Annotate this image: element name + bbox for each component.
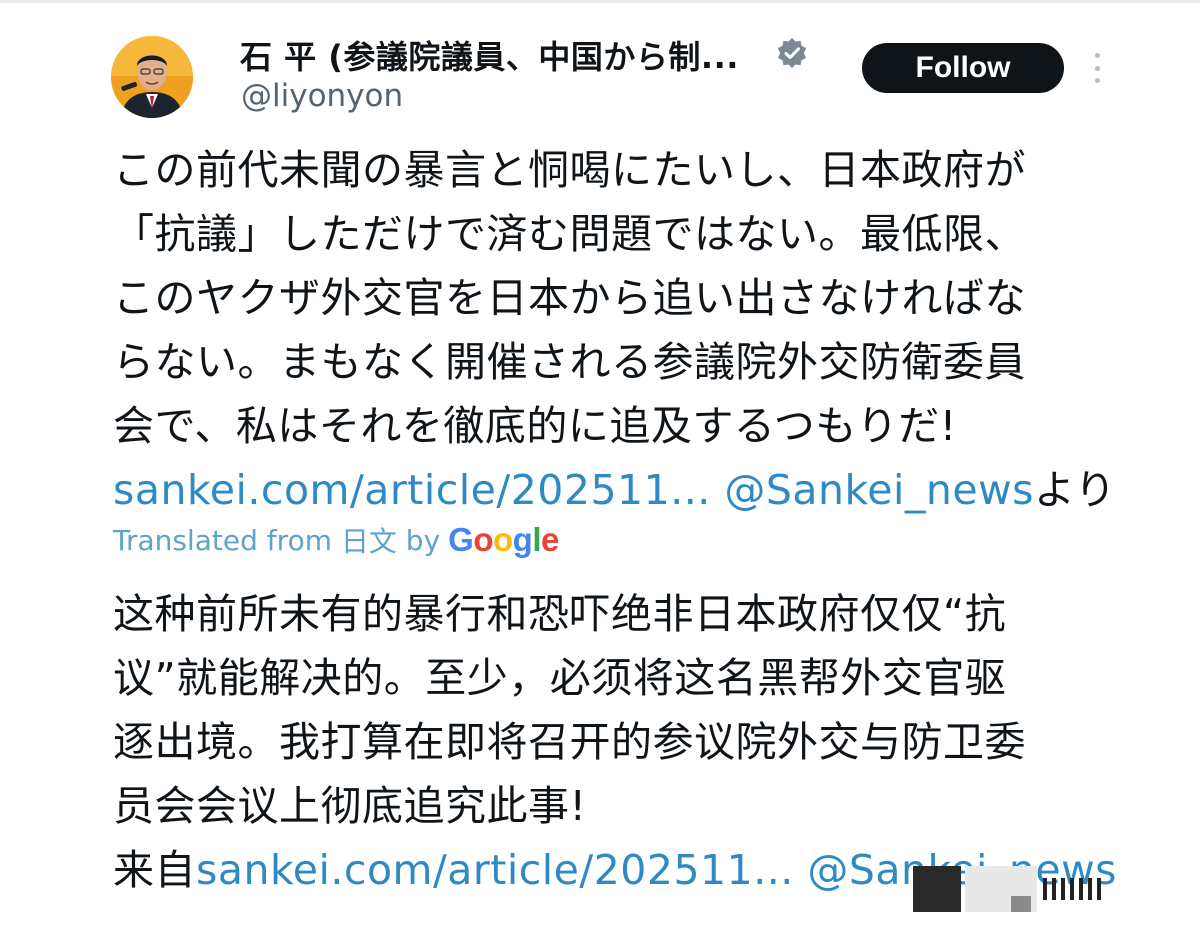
source-prefix: 来自 <box>113 846 196 894</box>
translated-line: 逐出境。我打算在即将召开的参议院外交与防卫委 <box>113 718 1026 766</box>
tweet-link-line: sankei.com/article/202511... @Sankei_new… <box>113 458 1117 522</box>
mention-link[interactable]: @Sankei_news <box>724 466 1034 514</box>
translation-attribution: Translated from 日文 by Google <box>113 520 559 560</box>
translated-line: 议”就能解决的。至少，必须将这名黑帮外交官驱 <box>113 654 1007 702</box>
more-options-icon[interactable] <box>1092 53 1102 83</box>
tweet-line: この前代未聞の暴言と恫喝にたいし、日本政府が <box>113 146 1026 194</box>
top-divider <box>0 0 1200 3</box>
article-link[interactable]: sankei.com/article/202511... <box>113 466 711 514</box>
translated-line: 员会会议上彻底追究此事! <box>113 782 587 830</box>
author-display-name[interactable]: 石 平 (参議院議員、中国から制... <box>240 32 739 78</box>
translated-article-link[interactable]: sankei.com/article/202511... <box>196 846 794 894</box>
tweet-line: このヤクザ外交官を日本から追い出さなければな <box>113 274 1026 322</box>
avatar[interactable] <box>111 36 193 118</box>
translated-from-label: Translated from <box>113 523 332 557</box>
follow-button[interactable]: Follow <box>862 43 1064 93</box>
author-handle[interactable]: @liyonyon <box>241 78 403 114</box>
google-logo: Google <box>448 521 559 558</box>
source-language: 日文 <box>340 525 397 558</box>
translated-by-label: by <box>405 523 441 557</box>
tweet-line: らない。まもなく開催される参議院外交防衛委員 <box>113 338 1026 386</box>
tweet-line: 「抗議」しただけで済む問題ではない。最低限、 <box>113 210 1026 258</box>
translated-line: 这种前所未有的暴行和恐吓绝非日本政府仅仅“抗 <box>113 590 1007 638</box>
watermark-logo <box>913 866 1175 912</box>
verified-badge-icon <box>776 37 808 69</box>
tweet-line: 会で、私はそれを徹底的に追及するつもりだ! <box>113 402 957 450</box>
tweet-text: この前代未聞の暴言と恫喝にたいし、日本政府が 「抗議」しただけで済む問題ではない… <box>113 138 1117 522</box>
translated-text: 这种前所未有的暴行和恐吓绝非日本政府仅仅“抗 议”就能解决的。至少，必须将这名黑… <box>113 582 1117 902</box>
link-suffix: より <box>1034 466 1117 514</box>
